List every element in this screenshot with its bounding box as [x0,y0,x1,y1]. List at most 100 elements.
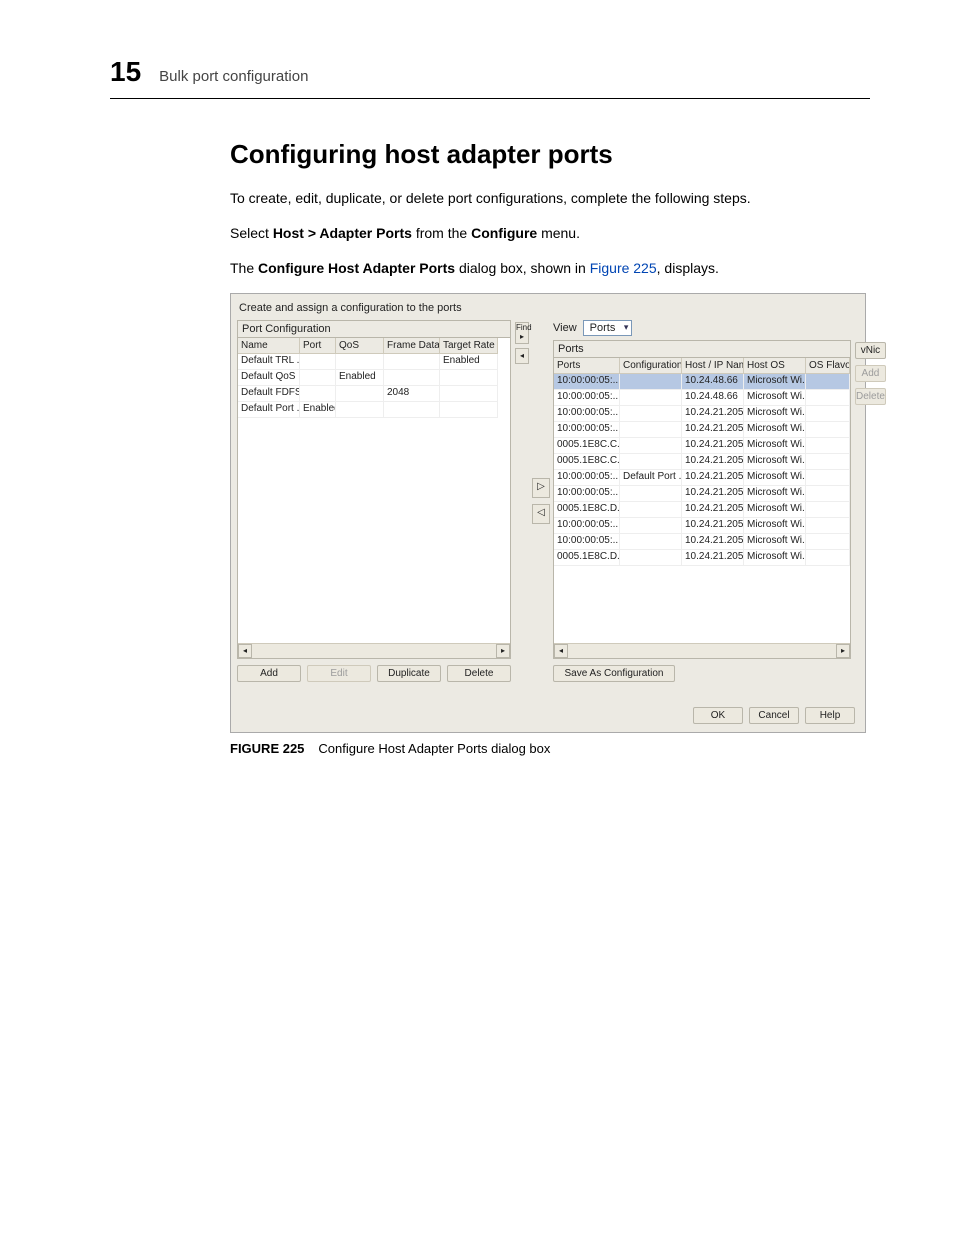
col-os[interactable]: Host OS [744,358,806,374]
cell [384,354,440,370]
table-row[interactable]: 10:00:00:05:...10.24.21.205Microsoft Wi.… [554,534,850,550]
table-row[interactable]: Default FDFS...2048 [238,386,510,402]
cell [806,406,850,422]
intro-paragraph: To create, edit, duplicate, or delete po… [230,188,870,209]
delete-button[interactable]: Delete [447,665,511,682]
cell: 10.24.21.205 [682,470,744,486]
help-button[interactable]: Help [805,707,855,724]
cell: Microsoft Wi... [744,374,806,390]
find-label[interactable]: Find▸ [515,322,529,344]
transfer-arrow-column: ▷ ◁ [533,320,549,682]
cell [806,374,850,390]
horizontal-scrollbar[interactable]: ◂ ▸ [238,643,510,658]
col-framedata[interactable]: Frame Data ... [384,338,440,354]
cell: 10.24.21.205 [682,454,744,470]
configure-host-adapter-ports-dialog: Create and assign a configuration to the… [230,293,866,733]
text: Select [230,225,273,241]
cell [620,534,682,550]
cell: 10:00:00:05:... [554,518,620,534]
table-row[interactable]: 10:00:00:05:...10.24.21.205Microsoft Wi.… [554,406,850,422]
table-row[interactable]: 10:00:00:05:...10.24.48.66Microsoft Wi..… [554,374,850,390]
chapter-title: Bulk port configuration [159,68,308,85]
text: from the [412,225,471,241]
horizontal-scrollbar[interactable]: ◂ ▸ [554,643,850,658]
ports-table[interactable]: Ports Configuration... Host / IP Name Ho… [553,357,851,659]
dialog-instruction: Create and assign a configuration to the… [237,300,859,320]
assign-right-button[interactable]: ▷ [532,478,550,498]
cell [620,502,682,518]
text: dialog box, shown in [455,260,590,276]
table-row[interactable]: 0005.1E8C.D...10.24.21.205Microsoft Wi..… [554,502,850,518]
cell: Microsoft Wi... [744,550,806,566]
side-delete-button[interactable]: Delete [855,388,886,405]
scroll-left-icon[interactable]: ◂ [554,644,568,658]
cell [440,370,498,386]
cell: Microsoft Wi... [744,454,806,470]
cell [806,518,850,534]
section-heading: Configuring host adapter ports [230,139,870,170]
cell: 10.24.21.205 [682,502,744,518]
table-row[interactable]: 10:00:00:05:... 10.24.21.205Microsoft Wi.… [554,518,850,534]
cell: Enabled [300,402,336,418]
col-flavor[interactable]: OS Flavor [806,358,850,374]
chapter-header: 15 Bulk port configuration [110,56,870,88]
scroll-right-icon[interactable]: ▸ [496,644,510,658]
cell [620,550,682,566]
table-row[interactable]: Default QoS ...Enabled [238,370,510,386]
dialog-footer-buttons: OK Cancel Help [693,707,855,724]
view-dropdown[interactable]: Ports [583,320,633,336]
cell: 10:00:00:05:... [554,422,620,438]
table-row[interactable]: Default Port ...Enabled [238,402,510,418]
cell: 10:00:00:05:... [554,374,620,390]
cell: Microsoft Wi... [744,518,806,534]
cell [336,386,384,402]
col-targetrate[interactable]: Target Rate [440,338,498,354]
cell: 0005.1E8C.D... [554,502,620,518]
cell: 10.24.48.66 [682,390,744,406]
figure-link[interactable]: Figure 225 [590,260,657,276]
cell [806,390,850,406]
cancel-button[interactable]: Cancel [749,707,799,724]
cell [806,550,850,566]
assign-left-button[interactable]: ◁ [532,504,550,524]
table-row[interactable]: 0005.1E8C.C... 10.24.21.205Microsoft Wi..… [554,454,850,470]
col-config[interactable]: Configuration... [620,358,682,374]
table-row[interactable]: 10:00:00:05:...10.24.21.205Microsoft Wi.… [554,422,850,438]
ok-button[interactable]: OK [693,707,743,724]
cell: Default Port ... [620,470,682,486]
cell: 10.24.21.205 [682,518,744,534]
edit-button[interactable]: Edit [307,665,371,682]
save-as-configuration-button[interactable]: Save As Configuration [553,665,675,682]
col-port[interactable]: Port [300,338,336,354]
table-row[interactable]: Default TRL ...Enabled [238,354,510,370]
cell: 10:00:00:05:... [554,470,620,486]
cell: 10:00:00:05:... [554,534,620,550]
scroll-left-icon[interactable]: ◂ [238,644,252,658]
cell [806,534,850,550]
step-paragraph: Select Host > Adapter Ports from the Con… [230,223,870,244]
vnic-button[interactable]: vNic [855,342,886,359]
table-row[interactable]: 10:00:00:05:...Default Port ...10.24.21.… [554,470,850,486]
collapse-icon[interactable]: ◂ [515,348,529,364]
port-configuration-table[interactable]: Name Port QoS Frame Data ... Target Rate… [237,337,511,659]
table-row[interactable]: 10:00:00:05:...10.24.48.66Microsoft Wi..… [554,390,850,406]
table-row[interactable]: 0005.1E8C.D...10.24.21.205Microsoft Wi..… [554,550,850,566]
cell [806,454,850,470]
table-row[interactable]: 0005.1E8C.C...10.24.21.205Microsoft Wi..… [554,438,850,454]
add-button[interactable]: Add [237,665,301,682]
cell [620,374,682,390]
col-name[interactable]: Name [238,338,300,354]
cell [440,386,498,402]
cell: Microsoft Wi... [744,390,806,406]
cell: 10:00:00:05:... [554,486,620,502]
table-row[interactable]: 10:00:00:05:...10.24.21.205Microsoft Wi.… [554,486,850,502]
side-add-button[interactable]: Add [855,365,886,382]
duplicate-button[interactable]: Duplicate [377,665,441,682]
col-host[interactable]: Host / IP Name [682,358,744,374]
col-qos[interactable]: QoS [336,338,384,354]
cell: 10.24.21.205 [682,486,744,502]
confirm-paragraph: The Configure Host Adapter Ports dialog … [230,258,870,279]
col-ports[interactable]: Ports [554,358,620,374]
scroll-right-icon[interactable]: ▸ [836,644,850,658]
cell: 0005.1E8C.C... [554,454,620,470]
